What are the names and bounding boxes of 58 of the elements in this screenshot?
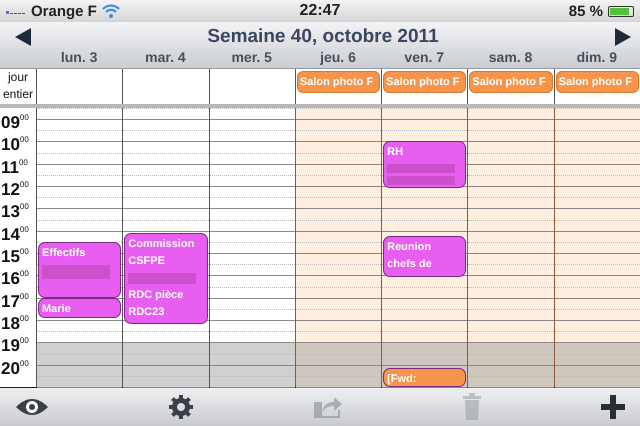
calendar-event[interactable]: Marie bbox=[38, 298, 122, 318]
day-header[interactable]: ven. 7 bbox=[381, 49, 468, 65]
all-day-event[interactable]: Salon photo F bbox=[469, 71, 553, 93]
hour-label: 10$^{00}$ bbox=[1, 135, 29, 156]
day-header[interactable]: sam. 8 bbox=[467, 49, 554, 65]
event-title: RDC pièce RDC23 bbox=[128, 288, 184, 320]
redaction-bar bbox=[128, 272, 196, 284]
battery-icon bbox=[608, 6, 634, 16]
hour-label: 20$^{00}$ bbox=[1, 358, 29, 379]
all-day-cell[interactable]: Salon photo F bbox=[381, 69, 468, 104]
event-title: [Fwd: bbox=[387, 372, 416, 386]
eye-icon bbox=[14, 396, 50, 418]
event-title: RH bbox=[387, 145, 404, 160]
calendar-event[interactable]: RH bbox=[383, 141, 466, 188]
all-day-event[interactable]: Salon photo F bbox=[296, 71, 380, 93]
day-header[interactable]: dim. 9 bbox=[554, 49, 640, 65]
clock-time: 22:47 bbox=[300, 2, 340, 20]
day-header[interactable]: lun. 3 bbox=[36, 49, 122, 65]
event-title: Reunion chefs de bbox=[387, 240, 433, 272]
battery-percent: 85 % bbox=[568, 2, 603, 20]
event-title: Marie bbox=[42, 302, 71, 317]
redaction-bar bbox=[42, 264, 110, 279]
share-icon bbox=[312, 394, 344, 420]
day-header[interactable]: jeu. 6 bbox=[294, 49, 382, 65]
all-day-cell[interactable]: Salon photo F bbox=[554, 69, 640, 104]
day-header[interactable]: mer. 5 bbox=[208, 49, 295, 65]
plus-icon bbox=[600, 394, 626, 420]
all-day-cell[interactable]: Salon photo F bbox=[294, 69, 382, 104]
hour-label: 16$^{00}$ bbox=[1, 269, 29, 290]
all-day-event[interactable]: Salon photo F bbox=[383, 71, 466, 93]
redaction-bar bbox=[387, 176, 455, 185]
carrier-name: Orange F bbox=[31, 2, 97, 20]
hour-label: 17$^{00}$ bbox=[1, 292, 29, 312]
hour-label: 15$^{00}$ bbox=[1, 247, 29, 268]
settings-icon bbox=[168, 394, 194, 420]
day-header[interactable]: mar. 4 bbox=[122, 49, 209, 65]
all-day-event[interactable]: Salon photo F bbox=[556, 71, 639, 93]
calendar-event[interactable]: Reunion chefs de bbox=[383, 236, 466, 278]
next-arrow-icon[interactable] bbox=[614, 27, 632, 47]
event-title: Commission CSFPE bbox=[128, 236, 196, 269]
week-title: Semaine 40, octobre 2011 bbox=[207, 26, 439, 48]
all-day-label: jour entier bbox=[2, 69, 34, 103]
previous-arrow-icon[interactable] bbox=[14, 27, 32, 47]
hour-label: 12$^{00}$ bbox=[1, 180, 29, 200]
hour-label: 19$^{00}$ bbox=[1, 336, 29, 356]
hour-label: 14$^{00}$ bbox=[1, 224, 29, 245]
redaction-bar bbox=[387, 164, 455, 174]
hour-label: 11$^{00}$ bbox=[1, 158, 28, 178]
event-title: Effectifs bbox=[42, 246, 86, 261]
hour-label: 09$^{00}$ bbox=[1, 113, 29, 134]
trash-icon bbox=[462, 393, 482, 421]
calendar-event[interactable]: [Fwd: bbox=[383, 368, 466, 387]
calendar-event[interactable]: Commission CSFPE RDC pièce RDC23 bbox=[124, 232, 208, 324]
hour-label: 13$^{00}$ bbox=[1, 202, 29, 222]
all-day-cell[interactable]: Salon photo F bbox=[467, 69, 554, 104]
calendar-event[interactable]: Effectifs bbox=[38, 242, 122, 298]
hour-label: 18$^{00}$ bbox=[1, 314, 29, 334]
wifi-icon bbox=[102, 4, 120, 18]
